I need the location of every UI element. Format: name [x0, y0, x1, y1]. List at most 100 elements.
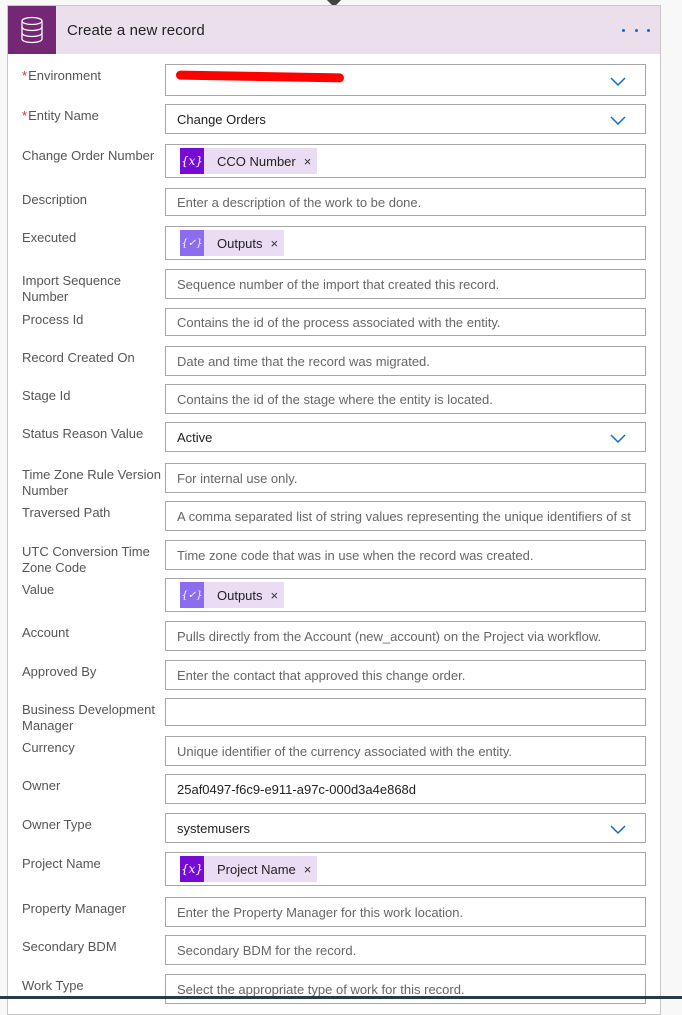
project-name-input[interactable]: {x} Project Name ×: [165, 852, 646, 886]
token-label: CCO Number: [217, 153, 296, 169]
description-placeholder: Enter a description of the work to be do…: [177, 194, 422, 210]
stage-id-label: Stage Id: [22, 388, 162, 404]
change-order-number-label: Change Order Number: [22, 148, 162, 164]
entity-name-label: *Entity Name: [22, 108, 162, 124]
more-options-icon: [622, 28, 625, 32]
description-label: Description: [22, 192, 162, 208]
token-label: Outputs: [217, 587, 263, 603]
stage-id-placeholder: Contains the id of the stage where the e…: [177, 391, 493, 407]
property-manager-placeholder: Enter the Property Manager for this work…: [177, 904, 464, 920]
environment-label: *Environment: [22, 68, 162, 84]
property-manager-label: Property Manager: [22, 901, 162, 917]
executed-input[interactable]: {✓} Outputs ×: [165, 226, 646, 260]
project-name-token[interactable]: {x} Project Name ×: [180, 856, 318, 882]
executed-token[interactable]: {✓} Outputs ×: [180, 230, 285, 256]
create-record-action-card: Create a new record *Environment *Entity …: [7, 5, 661, 1015]
project-name-label: Project Name: [22, 856, 162, 872]
change-order-number-label-text: Change Order Number: [22, 148, 155, 163]
secondary-bdm-input[interactable]: Secondary BDM for the record.: [165, 935, 646, 965]
record-created-on-placeholder: Date and time that the record was migrat…: [177, 353, 430, 369]
database-icon: [8, 6, 56, 54]
approved-by-input[interactable]: Enter the contact that approved this cha…: [165, 660, 646, 690]
change-order-number-token[interactable]: {x} CCO Number ×: [180, 148, 318, 174]
account-placeholder: Pulls directly from the Account (new_acc…: [177, 628, 602, 644]
secondary-bdm-placeholder: Secondary BDM for the record.: [177, 942, 357, 958]
value-token[interactable]: {✓} Outputs ×: [180, 582, 285, 608]
expression-output-icon: {✓}: [180, 230, 204, 256]
record-created-on-input[interactable]: Date and time that the record was migrat…: [165, 346, 646, 376]
description-input[interactable]: Enter a description of the work to be do…: [165, 188, 646, 216]
environment-label-text: Environment: [28, 68, 102, 83]
owner-type-dropdown[interactable]: systemusers: [165, 813, 646, 843]
project-name-label-text: Project Name: [22, 856, 101, 871]
process-id-input[interactable]: Contains the id of the process associate…: [165, 308, 646, 336]
chevron-down-icon[interactable]: [610, 113, 626, 126]
variable-icon: {x}: [180, 856, 204, 882]
business-development-manager-label: Business Development Manager: [22, 702, 162, 734]
currency-label-text: Currency: [22, 740, 75, 755]
owner-input[interactable]: 25af0497-f6c9-e911-a97c-000d3a4e868d: [165, 774, 646, 804]
environment-dropdown[interactable]: [165, 64, 646, 96]
utc-conversion-time-zone-code-input[interactable]: Time zone code that was in use when the …: [165, 540, 646, 570]
work-type-label: Work Type: [22, 978, 162, 994]
stage-id-input[interactable]: Contains the id of the stage where the e…: [165, 384, 646, 414]
chevron-down-icon[interactable]: [610, 822, 626, 835]
entity-name-label-text: Entity Name: [28, 108, 99, 123]
currency-input[interactable]: Unique identifier of the currency associ…: [165, 736, 646, 766]
import-sequence-number-input[interactable]: Sequence number of the import that creat…: [165, 269, 646, 299]
card-header[interactable]: Create a new record: [8, 6, 660, 54]
token-label: Project Name: [217, 861, 296, 877]
traversed-path-label-text: Traversed Path: [22, 505, 111, 520]
time-zone-rule-version-number-input[interactable]: For internal use only.: [165, 463, 646, 493]
entity-name-dropdown[interactable]: Change Orders: [165, 104, 646, 134]
import-sequence-number-label: Import Sequence Number: [22, 273, 162, 305]
traversed-path-label: Traversed Path: [22, 505, 162, 521]
required-indicator: *: [22, 108, 28, 123]
value-input[interactable]: {✓} Outputs ×: [165, 578, 646, 612]
record-created-on-label-text: Record Created On: [22, 350, 135, 365]
required-indicator: *: [22, 68, 28, 83]
account-label-text: Account: [22, 625, 69, 640]
status-reason-value-label-text: Status Reason Value: [22, 426, 144, 441]
status-reason-value-dropdown[interactable]: Active: [165, 422, 646, 452]
more-options-button[interactable]: [622, 20, 650, 40]
business-development-manager-input[interactable]: [165, 698, 646, 726]
business-development-manager-label-text: Business Development Manager: [22, 702, 155, 733]
remove-token-icon[interactable]: ×: [271, 588, 279, 603]
owner-label-text: Owner: [22, 778, 61, 793]
owner-type-selected-value: systemusers: [177, 820, 250, 836]
currency-label: Currency: [22, 740, 162, 756]
change-order-number-input[interactable]: {x} CCO Number ×: [165, 144, 646, 178]
approved-by-placeholder: Enter the contact that approved this cha…: [177, 667, 466, 683]
owner-type-label: Owner Type: [22, 817, 162, 833]
property-manager-label-text: Property Manager: [22, 901, 127, 916]
currency-placeholder: Unique identifier of the currency associ…: [177, 743, 513, 759]
remove-token-icon[interactable]: ×: [271, 236, 279, 251]
status-reason-value-selected-value: Active: [177, 429, 213, 445]
executed-label-text: Executed: [22, 230, 77, 245]
account-input[interactable]: Pulls directly from the Account (new_acc…: [165, 621, 646, 651]
chevron-down-icon[interactable]: [610, 431, 626, 444]
time-zone-rule-version-number-label: Time Zone Rule Version Number: [22, 467, 162, 499]
approved-by-label: Approved By: [22, 664, 162, 680]
utc-conversion-time-zone-code-label: UTC Conversion Time Zone Code: [22, 544, 162, 576]
chevron-down-icon[interactable]: [610, 74, 626, 87]
stage-id-label-text: Stage Id: [22, 388, 71, 403]
work-type-input[interactable]: Select the appropriate type of work for …: [165, 974, 646, 1004]
description-label-text: Description: [22, 192, 88, 207]
more-options-icon-dot: [647, 28, 650, 32]
traversed-path-input[interactable]: A comma separated list of string values …: [165, 501, 646, 531]
process-id-label: Process Id: [22, 312, 162, 328]
value-label-text: Value: [22, 582, 55, 597]
remove-token-icon[interactable]: ×: [304, 154, 312, 169]
card-title: Create a new record: [67, 21, 205, 39]
traversed-path-placeholder: A comma separated list of string values …: [177, 508, 631, 524]
remove-token-icon[interactable]: ×: [304, 862, 312, 877]
owner-label: Owner: [22, 778, 162, 794]
process-id-placeholder: Contains the id of the process associate…: [177, 314, 501, 330]
property-manager-input[interactable]: Enter the Property Manager for this work…: [165, 897, 646, 927]
import-sequence-number-label-text: Import Sequence Number: [22, 273, 122, 304]
redaction-mark: [175, 70, 345, 83]
value-label: Value: [22, 582, 162, 598]
executed-label: Executed: [22, 230, 162, 246]
